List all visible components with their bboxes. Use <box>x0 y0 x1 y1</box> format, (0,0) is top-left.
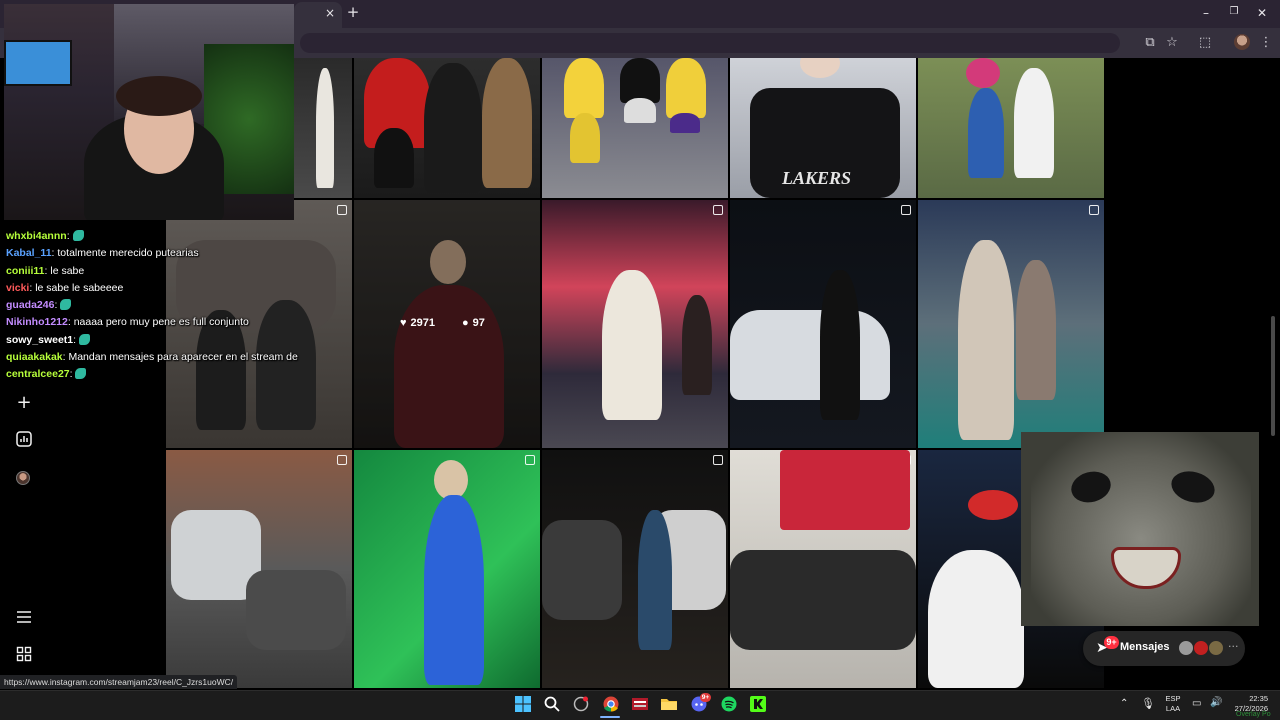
emote-icon <box>78 333 90 345</box>
carousel-icon <box>337 205 347 215</box>
stream-chat: whxbi4annn: Kabal_11: totalmente merecid… <box>6 228 306 384</box>
carousel-icon <box>337 455 347 465</box>
chat-username: centralcee27 <box>6 368 70 381</box>
microphone-icon[interactable]: 🎙 <box>1141 697 1155 710</box>
comment-icon: ● <box>462 317 469 329</box>
discord-badge: 9+ <box>700 693 711 702</box>
close-tab-icon[interactable]: × <box>323 6 337 20</box>
avatar <box>1193 640 1209 656</box>
chat-text: Mandan mensajes para aparecer en el stre… <box>68 351 298 364</box>
chat-text: naaaa pero muy pene es full conjunto <box>73 316 249 329</box>
show-hidden-icons[interactable]: ⌃ <box>1120 698 1128 709</box>
post-thumbnail[interactable] <box>730 200 916 448</box>
unread-badge: 9+ <box>1104 636 1119 649</box>
minimize-button[interactable]: – <box>1198 6 1214 20</box>
post-thumbnail[interactable] <box>918 58 1104 198</box>
kebab-menu-icon[interactable]: ⋮ <box>1258 35 1274 50</box>
page-scrollbar[interactable] <box>1271 316 1275 436</box>
chat-username: quiaakakak <box>6 351 63 364</box>
post-thumbnail[interactable] <box>542 200 728 448</box>
more-icon: ··· <box>1228 640 1239 653</box>
post-thumbnail-hovered[interactable]: ♥ 2971 ● 97 <box>354 200 540 448</box>
volume-icon[interactable]: 🔊 <box>1210 697 1222 708</box>
insights-icon[interactable] <box>14 431 34 451</box>
desktop: × + – ❐ ✕ ⧉ ☆ ⬚ ⋮ + LAKERS ♥ 2971 ● 97 w… <box>0 0 1280 720</box>
post-thumbnail[interactable] <box>354 450 540 688</box>
profile-avatar[interactable] <box>1234 34 1250 50</box>
kick-icon[interactable] <box>749 696 767 714</box>
carousel-icon <box>525 455 535 465</box>
post-thumbnail[interactable] <box>542 58 728 198</box>
extensions-icon[interactable]: ⬚ <box>1197 35 1213 50</box>
emote-icon <box>60 299 72 311</box>
post-thumbnail[interactable] <box>166 450 352 688</box>
chat-username: Nikinho1212 <box>6 316 68 329</box>
cat-cam-overlay <box>1021 432 1259 626</box>
emote-icon <box>75 368 87 380</box>
post-thumbnail[interactable] <box>542 450 728 688</box>
spotify-icon[interactable] <box>720 696 738 714</box>
new-tab-button[interactable]: + <box>345 3 361 21</box>
chat-message: quiaakakak: Mandan mensajes para aparece… <box>6 351 298 364</box>
carousel-icon <box>901 205 911 215</box>
search-icon[interactable] <box>543 696 561 714</box>
overlay-watermark: Overlay Po <box>1236 711 1271 718</box>
post-thumbnail[interactable] <box>918 200 1104 448</box>
chat-username: sowy_sweet1 <box>6 333 74 346</box>
install-icon[interactable]: ⧉ <box>1142 35 1158 50</box>
messages-button[interactable]: ➤ 9+ Mensajes ··· <box>1083 631 1245 666</box>
chat-username: whxbi4annn <box>6 230 67 242</box>
chat-message: whxbi4annn: <box>6 228 306 245</box>
streamer-webcam <box>4 4 294 220</box>
post-thumbnail[interactable] <box>730 450 916 688</box>
address-bar[interactable] <box>300 33 1120 53</box>
app-icon[interactable] <box>631 696 649 714</box>
post-thumbnail[interactable]: LAKERS <box>730 58 916 198</box>
language-indicator[interactable]: ESP LAA <box>1163 694 1183 714</box>
chat-message: vicki: le sabe le sabeeee <box>6 281 124 294</box>
network-icon[interactable]: ▭ <box>1192 698 1201 709</box>
apps-grid-icon[interactable] <box>14 646 34 666</box>
restore-button[interactable]: ❐ <box>1226 6 1242 17</box>
like-count: ♥ 2971 <box>400 317 436 329</box>
file-explorer-icon[interactable] <box>660 696 678 714</box>
heart-icon: ♥ <box>400 317 407 329</box>
close-window-button[interactable]: ✕ <box>1254 6 1270 20</box>
chat-message: coniii11: le sabe <box>6 264 85 277</box>
chat-message: centralcee27: <box>6 366 306 383</box>
create-plus-icon[interactable]: + <box>14 393 34 413</box>
chat-text: le sabe le sabeeee <box>35 281 124 294</box>
chat-username: guada246 <box>6 299 55 312</box>
carousel-icon <box>713 205 723 215</box>
chat-text: le sabe <box>50 264 85 277</box>
carousel-icon <box>1089 205 1099 215</box>
chat-message: guada246: <box>6 297 306 314</box>
chat-text: totalmente merecido putearias <box>57 247 199 260</box>
comment-count: ● 97 <box>462 317 485 329</box>
windows-start-icon[interactable] <box>514 696 532 714</box>
chat-message: Kabal_11: totalmente merecido putearias <box>6 247 199 260</box>
post-thumbnail[interactable] <box>354 58 540 198</box>
profile-avatar[interactable] <box>16 471 30 485</box>
avatar <box>1208 640 1224 656</box>
hover-overlay <box>354 200 540 448</box>
star-icon[interactable]: ☆ <box>1164 35 1180 50</box>
chrome-icon[interactable] <box>602 696 620 714</box>
menu-icon[interactable] <box>14 609 34 629</box>
emote-icon <box>72 230 84 241</box>
post-thumbnail[interactable] <box>294 58 352 198</box>
chat-username: vicki <box>6 281 30 294</box>
chat-username: coniii11 <box>6 264 45 277</box>
chat-username: Kabal_11 <box>6 247 52 260</box>
messages-label: Mensajes <box>1120 641 1170 653</box>
link-status-bar: https://www.instagram.com/streamjam23/re… <box>0 675 238 689</box>
chat-message: Nikinho1212: naaaa pero muy pene es full… <box>6 316 249 329</box>
avatar <box>1178 640 1194 656</box>
app-icon[interactable] <box>572 696 590 714</box>
carousel-icon <box>713 455 723 465</box>
active-app-indicator <box>600 716 620 718</box>
chat-message: sowy_sweet1: <box>6 332 306 349</box>
